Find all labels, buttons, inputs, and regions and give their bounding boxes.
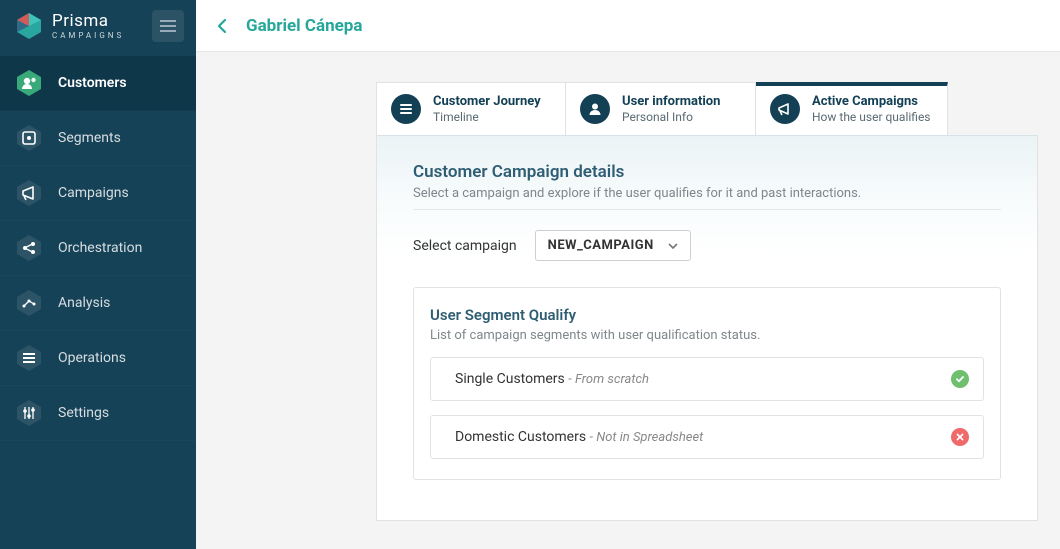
sidebar-header: Prisma CAMPAIGNS [0,0,196,52]
sidebar-item-label: Analysis [58,295,110,311]
back-button[interactable] [208,12,236,40]
sidebar-item-campaigns[interactable]: Campaigns [0,166,196,221]
user-icon [580,94,610,124]
segment-row[interactable]: Single Customers - From scratch [430,357,984,401]
tabs-container: Customer Journey Timeline User informati… [376,82,1038,521]
customers-icon [14,68,44,98]
segment-text: Single Customers - From scratch [455,371,649,387]
tab-subtitle: Timeline [433,110,541,124]
panel: Customer Campaign details Select a campa… [376,135,1038,521]
select-campaign-dropdown[interactable]: NEW_CAMPAIGN [535,230,691,261]
content: Customer Journey Timeline User informati… [196,52,1060,521]
main: Gabriel Cánepa Customer Journey Timeline [196,0,1060,549]
segment-note: From scratch [575,372,649,387]
segment-name: Single Customers [455,371,565,387]
campaigns-icon [14,178,44,208]
segment-row[interactable]: Domestic Customers - Not in Spreadsheet [430,415,984,459]
analysis-icon [14,288,44,318]
panel-inner: Customer Campaign details Select a campa… [377,135,1037,520]
section-title: Customer Campaign details [413,162,1001,182]
sidebar-item-label: Customers [58,75,127,91]
logo-subtext: CAMPAIGNS [52,31,124,40]
sidebar-item-label: Campaigns [58,185,129,201]
settings-icon [14,398,44,428]
tab-title: Active Campaigns [812,94,931,110]
x-circle-icon [951,428,969,446]
tab-customer-journey[interactable]: Customer Journey Timeline [376,82,566,135]
qualify-subtitle: List of campaign segments with user qual… [430,328,984,343]
check-circle-icon [951,370,969,388]
tab-subtitle: How the user qualifies [812,110,931,124]
qualify-card: User Segment Qualify List of campaign se… [413,287,1001,480]
tab-user-information[interactable]: User information Personal Info [566,82,756,135]
sidebar-item-label: Segments [58,130,121,146]
qualify-title: User Segment Qualify [430,306,984,324]
select-campaign-label: Select campaign [413,238,517,254]
logo-icon [14,11,44,41]
sidebar-item-analysis[interactable]: Analysis [0,276,196,331]
sidebar-item-label: Operations [58,350,126,366]
tabs: Customer Journey Timeline User informati… [376,82,1038,135]
sidebar: Prisma CAMPAIGNS Customers Segments Camp… [0,0,196,549]
segments-icon [14,123,44,153]
sidebar-item-orchestration[interactable]: Orchestration [0,221,196,276]
operations-icon [14,343,44,373]
segment-name: Domestic Customers [455,429,586,445]
chevron-down-icon [668,238,678,253]
dropdown-value: NEW_CAMPAIGN [548,238,654,253]
segment-note: Not in Spreadsheet [596,430,703,445]
sidebar-item-settings[interactable]: Settings [0,386,196,441]
timeline-icon [391,94,421,124]
tab-active-campaigns[interactable]: Active Campaigns How the user qualifies [756,82,948,135]
tab-title: Customer Journey [433,94,541,110]
menu-toggle-button[interactable] [152,10,184,42]
tab-title: User information [622,94,720,110]
segment-text: Domestic Customers - Not in Spreadsheet [455,429,703,445]
tab-subtitle: Personal Info [622,110,720,124]
logo: Prisma CAMPAIGNS [14,11,124,41]
select-campaign-row: Select campaign NEW_CAMPAIGN [413,230,1001,261]
megaphone-icon [770,94,800,124]
sidebar-item-operations[interactable]: Operations [0,331,196,386]
section-subtitle: Select a campaign and explore if the use… [413,186,1001,210]
sidebar-item-label: Settings [58,405,109,421]
sidebar-item-segments[interactable]: Segments [0,111,196,166]
sidebar-nav: Customers Segments Campaigns Orchestrati… [0,56,196,441]
logo-text: Prisma [52,13,124,30]
orchestration-icon [14,233,44,263]
sidebar-item-label: Orchestration [58,240,142,256]
page-title: Gabriel Cánepa [246,16,362,36]
sidebar-item-customers[interactable]: Customers [0,56,196,111]
topbar: Gabriel Cánepa [196,0,1060,52]
